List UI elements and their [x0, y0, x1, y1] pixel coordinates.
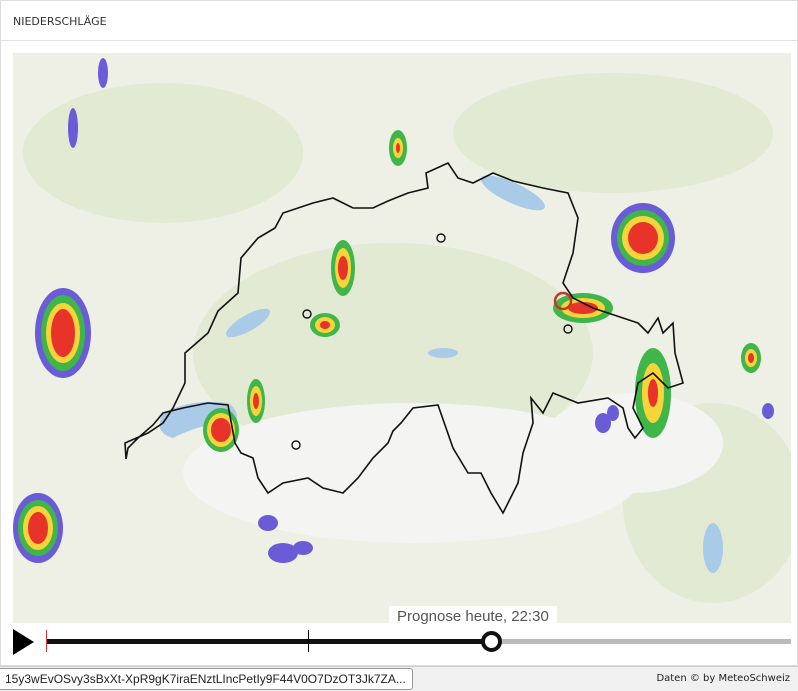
timeline-progress: [46, 639, 491, 644]
status-url: 15y3wEvOSvy3sBxXt-XpR9gK7iraENztLIncPetI…: [0, 668, 413, 690]
panel-title: NIEDERSCHLÄGE: [13, 15, 107, 28]
map-layer: [13, 58, 791, 603]
status-bar: 15y3wEvOSvy3sBxXt-XpR9gK7iraENztLIncPetI…: [0, 666, 798, 691]
precipitation-panel: NIEDERSCHLÄGE Prognose heute, 22:30: [0, 0, 798, 666]
timeline-now-marker: [308, 630, 310, 652]
timeline-thumb[interactable]: [480, 631, 502, 652]
timeline-slider[interactable]: [46, 630, 791, 652]
precipitation-map[interactable]: [13, 53, 791, 623]
play-icon[interactable]: [13, 629, 34, 655]
timeline-start-marker: [46, 630, 47, 652]
data-credit[interactable]: Daten © by MeteoSchweiz: [656, 673, 790, 684]
panel-header: NIEDERSCHLÄGE: [1, 1, 797, 41]
timeline-tooltip: Prognose heute, 22:30: [389, 606, 557, 626]
